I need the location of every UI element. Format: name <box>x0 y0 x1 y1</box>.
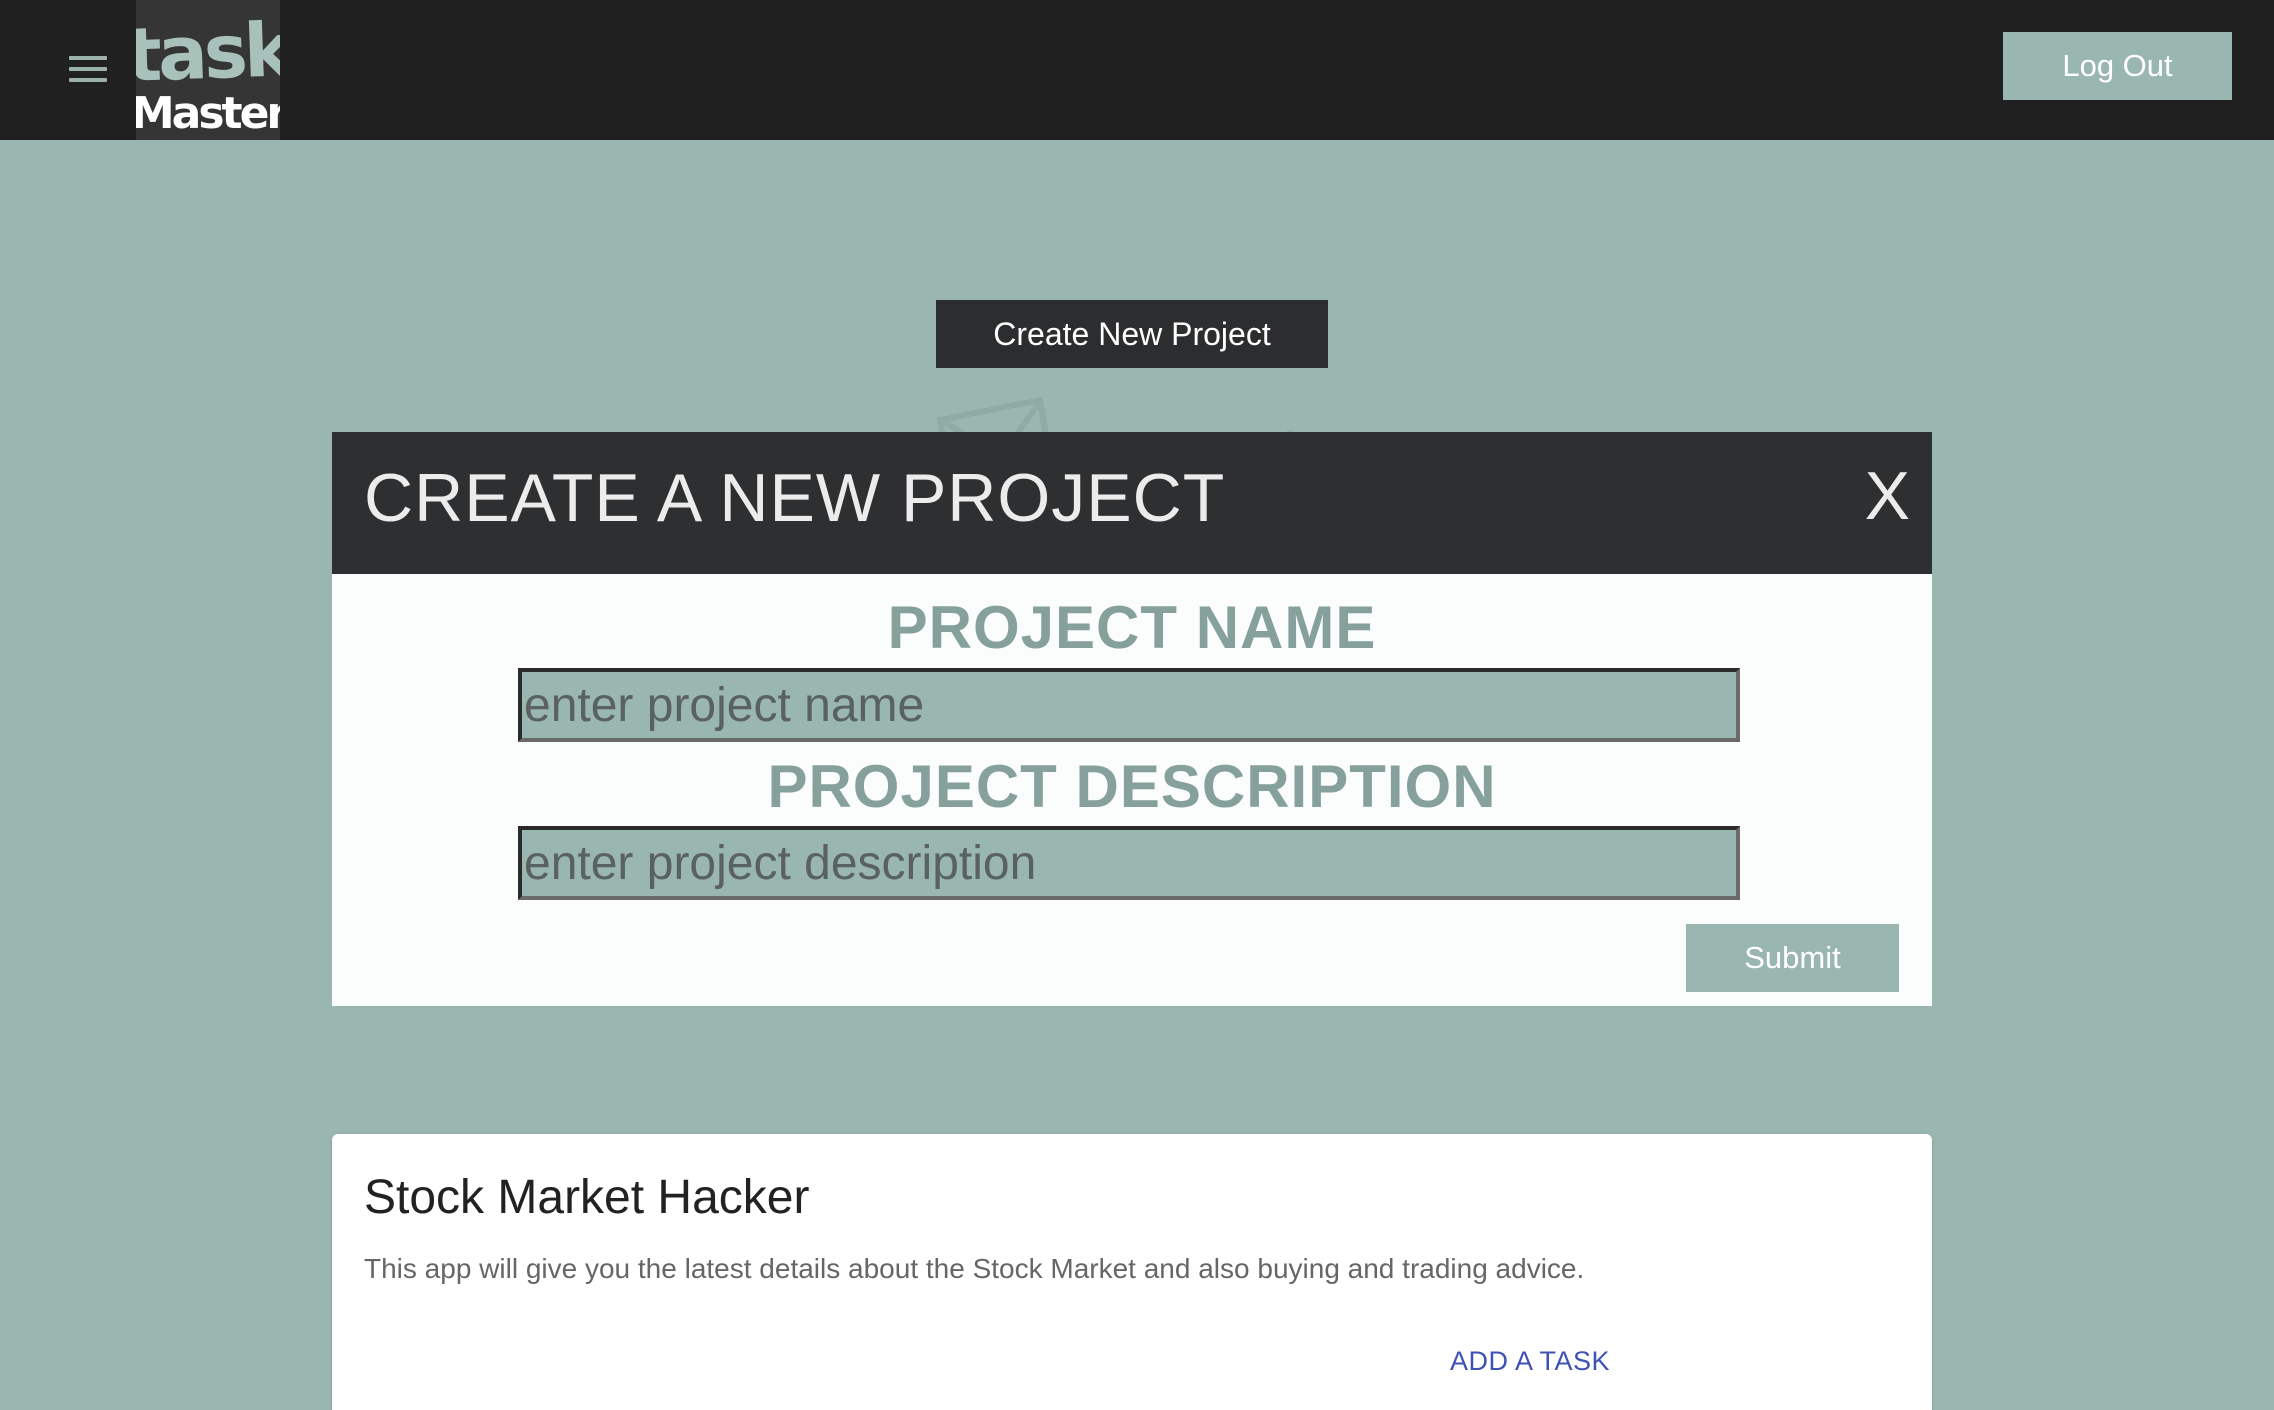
project-name-label: PROJECT NAME <box>887 594 1377 661</box>
project-card: Stock Market Hacker This app will give y… <box>332 1134 1932 1410</box>
project-title: Stock Market Hacker <box>364 1171 810 1224</box>
create-new-project-button[interactable]: Create New Project <box>936 300 1328 368</box>
app-bar: task Master Log Out <box>0 0 2274 140</box>
modal-header: CREATE A NEW PROJECT X <box>332 432 1932 574</box>
add-task-button[interactable]: ADD A TASK <box>1450 1346 1610 1377</box>
modal-body: PROJECT NAME PROJECT DESCRIPTION Submit <box>332 574 1932 1006</box>
menu-line <box>69 67 107 71</box>
taskmaster-logo[interactable]: task Master <box>136 0 280 140</box>
create-project-modal: CREATE A NEW PROJECT X PROJECT NAME PROJ… <box>332 432 1932 1006</box>
logout-button[interactable]: Log Out <box>2003 32 2232 100</box>
project-description: This app will give you the latest detail… <box>364 1253 1585 1284</box>
logo-text-top: task <box>136 7 280 99</box>
hamburger-menu-icon[interactable] <box>58 45 118 93</box>
logo-text-bottom: Master <box>136 88 280 139</box>
project-description-input[interactable] <box>518 826 1740 900</box>
close-modal-button[interactable]: X <box>1865 462 1910 530</box>
menu-line <box>69 78 107 82</box>
project-description-label: PROJECT DESCRIPTION <box>767 753 1497 820</box>
modal-title: CREATE A NEW PROJECT <box>364 460 1226 536</box>
project-name-input[interactable] <box>518 668 1740 742</box>
submit-button[interactable]: Submit <box>1686 924 1899 992</box>
menu-line <box>69 56 107 60</box>
